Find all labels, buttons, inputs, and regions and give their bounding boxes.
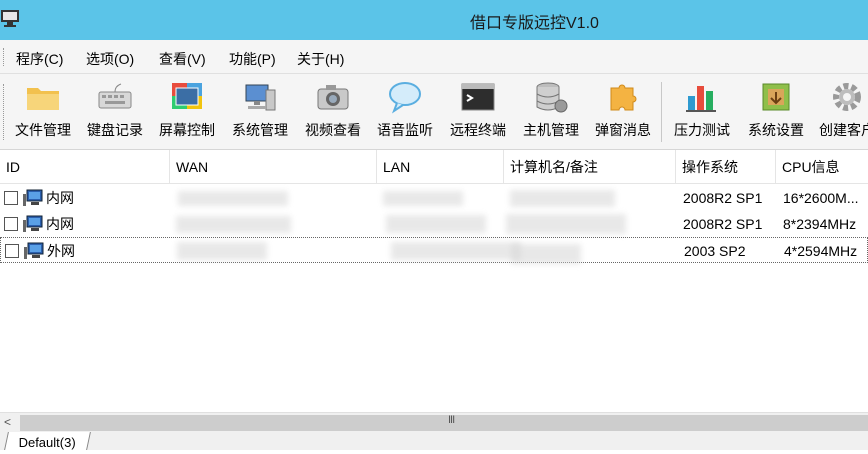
stress-test-button[interactable]: 压力测试 [666, 78, 738, 146]
keylogger-button[interactable]: 键盘记录 [80, 78, 150, 146]
settings-box-icon [762, 83, 790, 111]
system-manage-button[interactable]: 系统管理 [224, 78, 296, 146]
video-view-button[interactable]: 视频查看 [298, 78, 368, 146]
redacted-wan [178, 191, 288, 206]
menu-program[interactable]: 程序(C) [16, 49, 63, 69]
computer-icon [23, 215, 43, 232]
menu-bar: 程序(C) 选项(O) 查看(V) 功能(P) 关于(H) [0, 40, 868, 74]
toolbar-label: 系统设置 [748, 122, 804, 138]
tab-default[interactable]: Default(3) [4, 432, 91, 450]
redacted-wan [177, 242, 267, 260]
column-header-id[interactable]: ID [0, 150, 170, 184]
column-header-name[interactable]: 计算机名/备注 [504, 150, 676, 184]
toolbar-grip [3, 84, 6, 140]
column-header-wan[interactable]: WAN [170, 150, 377, 184]
table-row[interactable]: 内网 2008R2 SP1 8*2394MHz [0, 211, 868, 237]
scrollbar-thumb[interactable] [20, 415, 868, 431]
remote-terminal-button[interactable]: 远程终端 [442, 78, 514, 146]
screen-control-icon [172, 83, 202, 109]
horizontal-scrollbar[interactable]: < III [0, 412, 868, 432]
column-header-lan[interactable]: LAN [377, 150, 504, 184]
column-header-cpu[interactable]: CPU信息 [776, 150, 868, 184]
screen-control-button[interactable]: 屏幕控制 [152, 78, 222, 146]
toolbar-label: 视频查看 [305, 122, 361, 138]
menu-view[interactable]: 查看(V) [159, 49, 206, 69]
list-header: ID WAN LAN 计算机名/备注 操作系统 CPU信息 [0, 150, 868, 184]
toolbar-separator [661, 82, 662, 142]
popup-message-button[interactable]: 弹窗消息 [588, 78, 658, 146]
toolbar-label: 系统管理 [232, 122, 288, 138]
redacted-name [510, 190, 615, 207]
tab-label: Default(3) [18, 435, 76, 450]
terminal-icon [461, 83, 495, 111]
title-bar: 借口专版远控V1.0 [0, 0, 868, 40]
redacted-lan [391, 242, 521, 260]
row-os: 2008R2 SP1 [683, 216, 763, 232]
system-settings-button[interactable]: 系统设置 [740, 78, 812, 146]
camera-icon [317, 85, 349, 110]
window-title: 借口专版远控V1.0 [470, 15, 599, 32]
toolbar-label: 压力测试 [674, 122, 730, 138]
computer-icon [24, 242, 44, 259]
scroll-left-arrow[interactable]: < [4, 415, 11, 429]
folder-icon [27, 88, 59, 110]
table-row-selected[interactable]: 外网 2003 SP2 4*2594MHz [0, 237, 868, 264]
table-row[interactable]: 内网 2008R2 SP1 16*2600M... [0, 185, 868, 211]
toolbar-label: 远程终端 [450, 122, 506, 138]
file-manage-button[interactable]: 文件管理 [8, 78, 78, 146]
row-os: 2008R2 SP1 [683, 190, 763, 206]
menu-options[interactable]: 选项(O) [86, 49, 134, 69]
toolbar-label: 键盘记录 [87, 122, 143, 138]
row-checkbox[interactable] [4, 217, 18, 231]
row-checkbox[interactable] [4, 191, 18, 205]
toolbar-label: 语音监听 [377, 122, 433, 138]
gear-icon [833, 83, 861, 111]
toolbar-label: 弹窗消息 [595, 122, 651, 138]
toolbar-label: 文件管理 [15, 122, 71, 138]
menubar-grip [3, 48, 6, 66]
row-cpu: 16*2600M... [783, 190, 859, 206]
row-id: 内网 [46, 216, 74, 232]
toolbar-label: 创建客户 [819, 122, 868, 138]
keyboard-icon [98, 83, 132, 109]
row-os: 2003 SP2 [684, 243, 746, 259]
bar-chart-icon [686, 86, 716, 112]
menu-about[interactable]: 关于(H) [297, 49, 344, 69]
redacted-wan [176, 216, 291, 233]
host-manage-button[interactable]: 主机管理 [516, 78, 586, 146]
row-checkbox[interactable] [5, 244, 19, 258]
redacted-name [506, 214, 626, 234]
row-id: 外网 [47, 243, 75, 259]
column-header-os[interactable]: 操作系统 [676, 150, 776, 184]
voice-monitor-button[interactable]: 语音监听 [370, 78, 440, 146]
puzzle-icon [610, 84, 637, 111]
speech-bubble-icon [389, 82, 421, 114]
redacted-name [511, 244, 581, 264]
row-cpu: 4*2594MHz [784, 243, 858, 259]
scrollbar-grip: III [448, 414, 455, 426]
system-manage-icon [245, 84, 276, 111]
create-client-button[interactable]: 创建客户 [812, 78, 868, 146]
toolbar-label: 主机管理 [523, 122, 579, 138]
redacted-lan [383, 191, 463, 206]
toolbar-label: 屏幕控制 [159, 122, 215, 138]
tab-strip: Default(3) [0, 432, 868, 450]
menu-function[interactable]: 功能(P) [229, 49, 276, 69]
computer-icon [23, 189, 43, 206]
database-icon [536, 82, 568, 113]
app-monitor-icon [1, 10, 19, 27]
row-cpu: 8*2394MHz [783, 216, 857, 232]
toolbar: 文件管理 键盘记录 屏幕控制 系统管理 视频查看 语音监听 远程终端 主机管理 … [0, 74, 868, 150]
redacted-lan [386, 215, 486, 233]
row-id: 内网 [46, 190, 74, 206]
